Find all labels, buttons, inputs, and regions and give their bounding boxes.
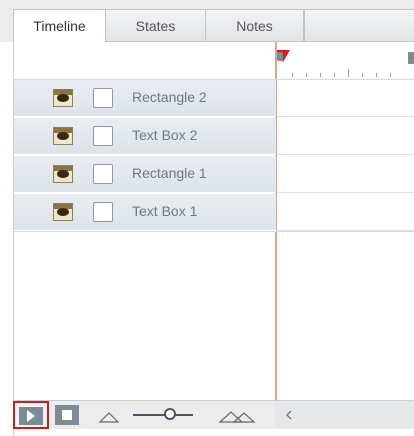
layer-list-header <box>14 42 276 79</box>
ruler-tick-major <box>348 69 349 77</box>
stop-icon <box>62 410 72 420</box>
stop-button[interactable] <box>55 405 79 425</box>
layer-label: Rectangle 1 <box>132 165 207 181</box>
timeline-track[interactable] <box>277 156 414 193</box>
tab-states[interactable]: States <box>105 9 206 41</box>
mountain-small-icon[interactable] <box>98 409 120 423</box>
tab-notes[interactable]: Notes <box>205 9 304 41</box>
timeline-track[interactable] <box>277 194 414 231</box>
layer-label: Text Box 2 <box>132 127 198 143</box>
layer-row[interactable]: Text Box 2 <box>14 118 276 155</box>
ruler-tick <box>376 73 377 77</box>
play-button[interactable] <box>13 401 49 429</box>
tab-timeline[interactable]: Timeline <box>13 9 106 42</box>
play-triangle <box>27 410 35 422</box>
playhead-handle[interactable] <box>277 52 283 61</box>
eye-icon[interactable] <box>53 203 73 221</box>
mountain-large-icon[interactable] <box>218 409 256 423</box>
ruler-tick <box>334 73 335 77</box>
timeline-toolbar <box>13 400 414 429</box>
zoom-slider-track[interactable] <box>133 414 193 416</box>
eye-icon[interactable] <box>53 127 73 145</box>
layer-label: Rectangle 2 <box>132 89 207 105</box>
layer-row[interactable]: Rectangle 1 <box>14 156 276 193</box>
timeline-ruler[interactable] <box>276 42 414 79</box>
row-separator <box>14 231 414 232</box>
timeline-end-handle[interactable] <box>408 52 414 64</box>
lock-checkbox[interactable] <box>93 88 113 108</box>
ruler-tick <box>292 73 293 77</box>
tab-bar: Timeline States Notes <box>0 0 414 42</box>
zoom-slider-knob[interactable] <box>164 408 176 420</box>
tab-strip-filler <box>304 9 414 41</box>
chevron-left-icon[interactable] <box>285 409 293 421</box>
ruler-tick <box>390 73 391 77</box>
layer-row[interactable]: Text Box 1 <box>14 194 276 231</box>
lock-checkbox[interactable] <box>93 164 113 184</box>
lock-checkbox[interactable] <box>93 126 113 146</box>
layer-row[interactable]: Rectangle 2 <box>14 80 276 117</box>
lock-checkbox[interactable] <box>93 202 113 222</box>
ruler-tick <box>320 73 321 77</box>
eye-icon[interactable] <box>53 165 73 183</box>
timeline-track[interactable] <box>277 80 414 117</box>
tab-strip: Timeline States Notes <box>0 9 414 42</box>
timeline-track[interactable] <box>277 118 414 155</box>
layer-label: Text Box 1 <box>132 203 198 219</box>
horizontal-scrollbar[interactable] <box>275 401 414 429</box>
ruler-tick <box>306 73 307 77</box>
eye-icon[interactable] <box>53 89 73 107</box>
ruler-tick <box>362 73 363 77</box>
